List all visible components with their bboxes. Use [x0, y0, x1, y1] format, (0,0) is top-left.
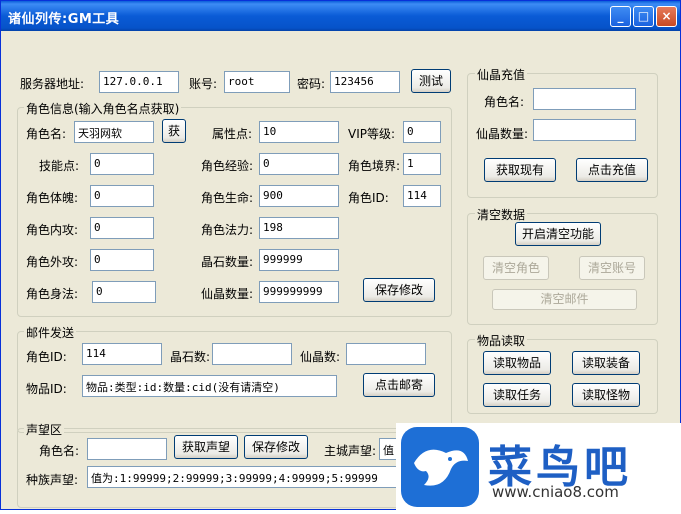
fetch-current-button[interactable]: 获取现有 — [484, 158, 556, 182]
exp-input[interactable]: 0 — [259, 153, 339, 175]
mp-input[interactable]: 198 — [259, 217, 339, 239]
skill-input[interactable]: 0 — [90, 153, 154, 175]
watermark-url: www.cniao8.com — [492, 483, 619, 501]
test-button[interactable]: 测试 — [411, 69, 451, 93]
agility-input[interactable]: 0 — [92, 281, 156, 303]
role-save-button[interactable]: 保存修改 — [363, 278, 435, 302]
race-fame-label: 种族声望: — [26, 473, 79, 487]
fame-name-label: 角色名: — [39, 444, 80, 458]
read-equipment-button[interactable]: 读取装备 — [572, 351, 640, 375]
mail-item-input[interactable]: 物品:类型:id:数量:cid(没有请清空) — [82, 375, 337, 397]
recharge-name-label: 角色名: — [484, 95, 525, 109]
watermark: 菜鸟吧 www.cniao8.com — [396, 423, 681, 511]
mail-xianjing-label: 仙晶数: — [300, 350, 341, 364]
mail-group-title: 邮件发送 — [24, 324, 77, 341]
close-button[interactable]: × — [656, 6, 677, 27]
account-label: 账号: — [189, 77, 218, 91]
send-mail-button[interactable]: 点击邮寄 — [363, 373, 435, 397]
xianjing-label: 仙晶数量: — [201, 287, 254, 301]
title-bar[interactable]: 诸仙列传:GM工具 _ □ × — [1, 1, 680, 31]
account-input[interactable]: root — [224, 71, 290, 93]
role-name-input[interactable]: 天羽网软 — [74, 121, 154, 143]
skill-label: 技能点: — [39, 159, 80, 173]
realm-input[interactable]: 1 — [403, 153, 441, 175]
clear-account-button[interactable]: 清空账号 — [579, 256, 645, 280]
attr-label: 属性点: — [212, 127, 253, 141]
server-addr-input[interactable]: 127.0.0.1 — [99, 71, 179, 93]
agility-label: 角色身法: — [26, 287, 79, 301]
vip-input[interactable]: 0 — [403, 121, 441, 143]
enable-clear-button[interactable]: 开启清空功能 — [515, 222, 601, 246]
read-tasks-button[interactable]: 读取任务 — [483, 383, 551, 407]
window-title: 诸仙列传:GM工具 — [8, 12, 120, 27]
exp-label: 角色经验: — [201, 159, 254, 173]
role-info-group-title: 角色信息(输入角色名点获取) — [24, 100, 182, 117]
hp-label: 角色生命: — [201, 191, 254, 205]
recharge-name-input[interactable] — [533, 88, 636, 110]
recharge-amount-label: 仙晶数量: — [476, 127, 529, 141]
city-fame-label: 主城声望: — [324, 444, 377, 458]
mail-role-id-label: 角色ID: — [26, 350, 67, 364]
role-get-button[interactable]: 获 — [162, 119, 186, 143]
outer-attack-input[interactable]: 0 — [90, 249, 154, 271]
role-id-label: 角色ID: — [348, 191, 389, 205]
password-input[interactable]: 123456 — [330, 71, 400, 93]
realm-label: 角色境界: — [348, 159, 401, 173]
read-items-button[interactable]: 读取物品 — [483, 351, 551, 375]
recharge-group-title: 仙晶充值 — [475, 66, 528, 83]
server-addr-label: 服务器地址: — [20, 77, 85, 91]
app-window: 诸仙列传:GM工具 _ □ × 服务器地址: 127.0.0.1 账号: roo… — [0, 0, 681, 511]
get-fame-button[interactable]: 获取声望 — [174, 435, 238, 459]
xianjing-input[interactable]: 999999999 — [259, 281, 339, 303]
mail-crystal-label: 晶石数: — [170, 350, 211, 364]
physique-input[interactable]: 0 — [90, 185, 154, 207]
mail-xianjing-input[interactable] — [346, 343, 426, 365]
crystal-label: 晶石数量: — [201, 255, 254, 269]
hp-input[interactable]: 900 — [259, 185, 339, 207]
inner-attack-label: 角色内攻: — [26, 223, 79, 237]
role-name-label: 角色名: — [26, 127, 67, 141]
clear-data-group-title: 清空数据 — [475, 206, 528, 223]
crystal-input[interactable]: 999999 — [259, 249, 339, 271]
role-id-input[interactable]: 114 — [403, 185, 441, 207]
clear-mail-button[interactable]: 清空邮件 — [492, 289, 637, 310]
fame-group-title: 声望区 — [24, 421, 65, 438]
minimize-button[interactable]: _ — [610, 6, 631, 27]
recharge-amount-input[interactable] — [533, 119, 636, 141]
password-label: 密码: — [297, 77, 326, 91]
mp-label: 角色法力: — [201, 223, 254, 237]
race-fame-input[interactable]: 值为:1:99999;2:99999;3:99999;4:99999;5:999… — [87, 466, 402, 488]
read-monsters-button[interactable]: 读取怪物 — [572, 383, 640, 407]
fame-name-input[interactable] — [87, 438, 167, 460]
outer-attack-label: 角色外攻: — [26, 255, 79, 269]
attr-input[interactable]: 10 — [259, 121, 339, 143]
vip-label: VIP等级: — [348, 127, 396, 141]
inner-attack-input[interactable]: 0 — [90, 217, 154, 239]
mail-crystal-input[interactable] — [212, 343, 292, 365]
recharge-button[interactable]: 点击充值 — [576, 158, 648, 182]
mail-role-id-input[interactable]: 114 — [82, 343, 162, 365]
maximize-button[interactable]: □ — [633, 6, 654, 27]
physique-label: 角色体魄: — [26, 191, 79, 205]
fame-save-button[interactable]: 保存修改 — [244, 435, 308, 459]
clear-role-button[interactable]: 清空角色 — [483, 256, 549, 280]
item-read-group-title: 物品读取 — [475, 332, 528, 349]
mail-item-label: 物品ID: — [26, 382, 67, 396]
